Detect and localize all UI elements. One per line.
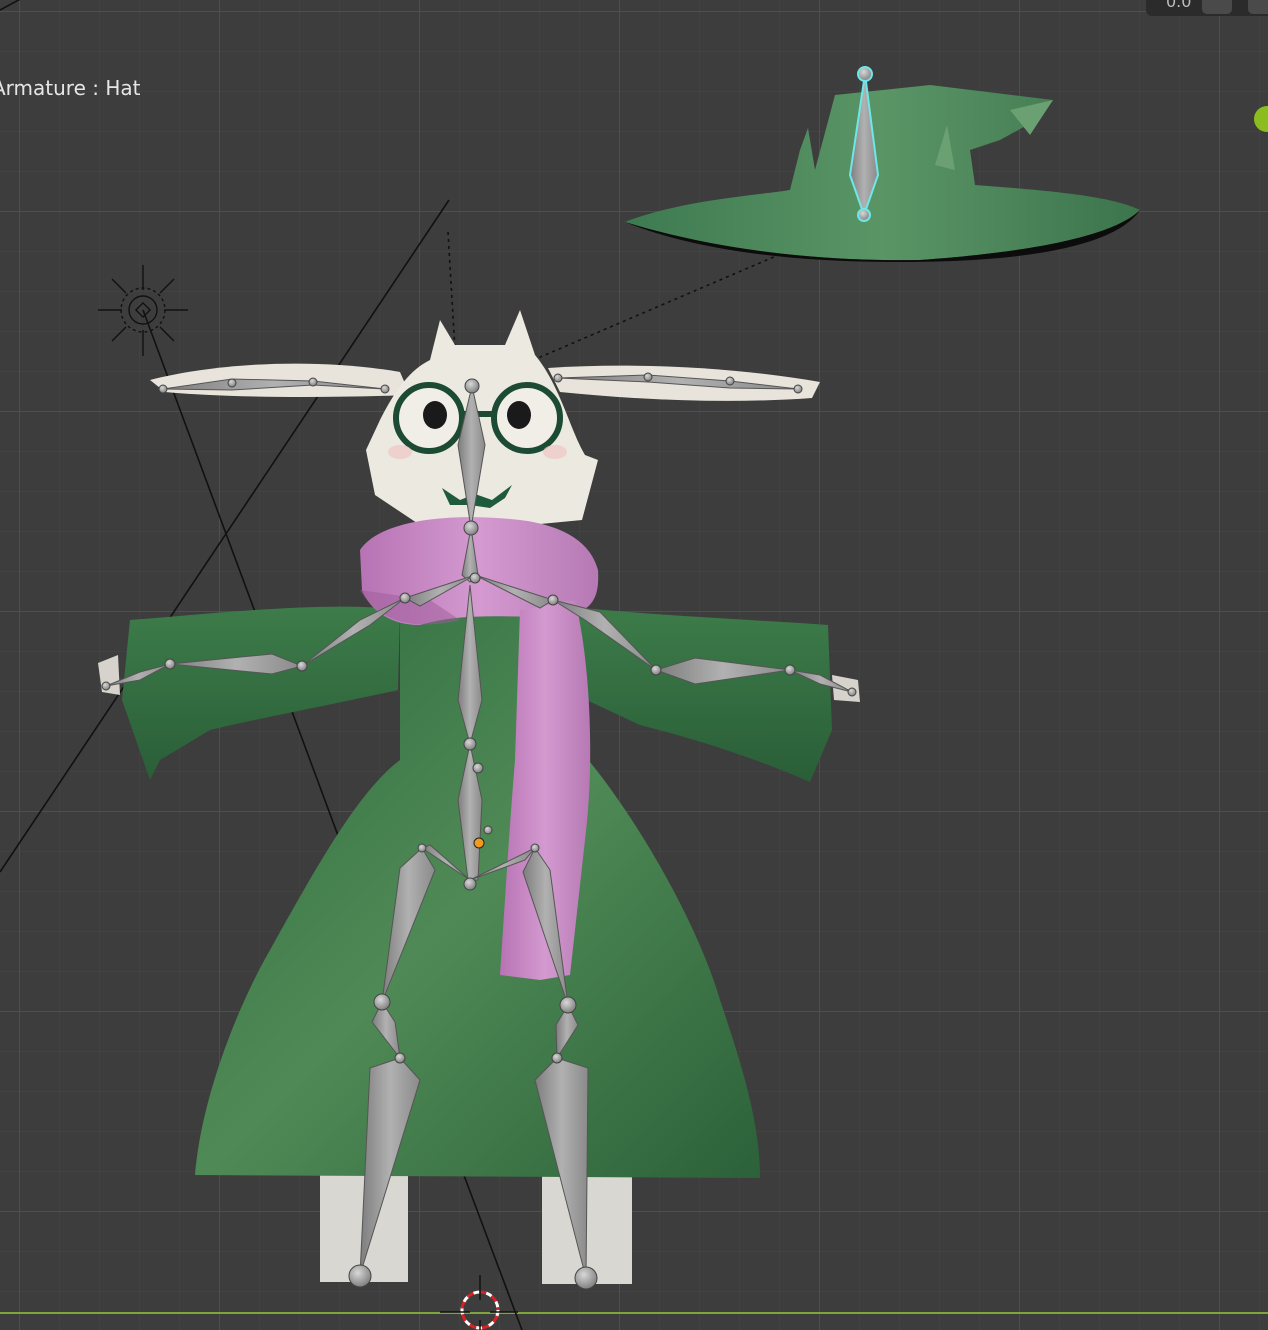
viewport-canvas[interactable] bbox=[0, 0, 1268, 1330]
hud-menu-button[interactable] bbox=[1248, 0, 1268, 14]
3d-viewport[interactable]: : Armature : Hat 0.0 bbox=[0, 0, 1268, 1330]
hud-toggle-button[interactable] bbox=[1202, 0, 1232, 14]
zoom-readout: 0.0 bbox=[1166, 0, 1192, 11]
viewport-hud: 0.0 bbox=[1146, 0, 1268, 16]
object-origin-dot bbox=[473, 837, 485, 849]
active-object-label: Armature : Hat bbox=[0, 76, 141, 100]
